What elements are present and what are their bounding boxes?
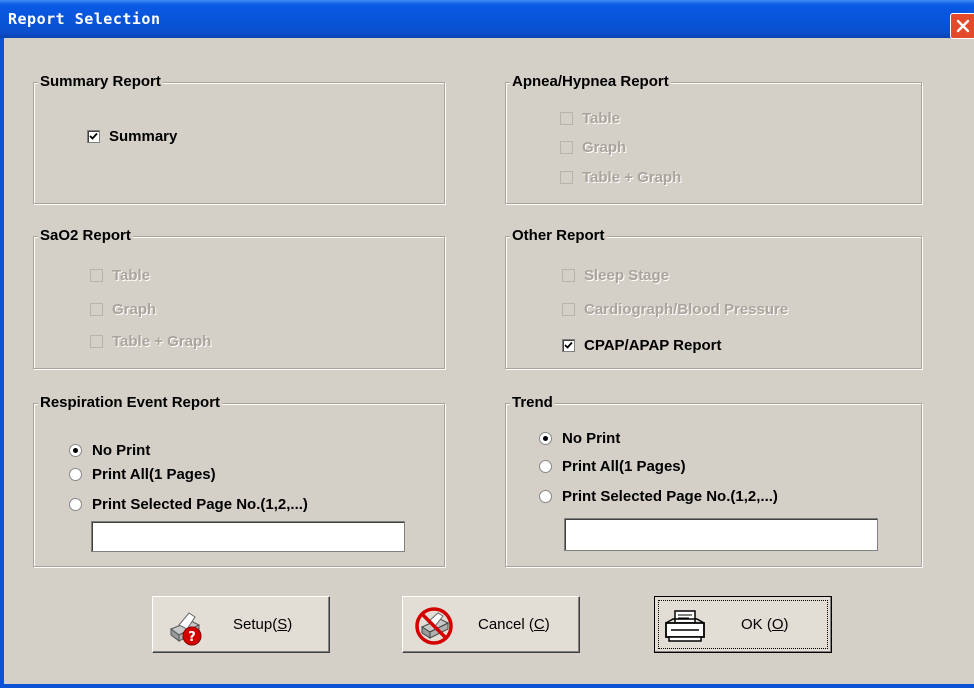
- setup-button[interactable]: ? Setup(S): [152, 596, 330, 653]
- setup-accel: S: [277, 616, 288, 633]
- apnea-report-group: Apnea/Hypnea Report Table Graph Table + …: [505, 73, 922, 204]
- summary-checkbox[interactable]: Summary: [87, 128, 177, 145]
- checkbox-disabled-icon: [560, 112, 573, 125]
- apnea-table-graph-checkbox[interactable]: Table + Graph: [560, 169, 681, 186]
- summary-report-title: Summary Report: [38, 73, 163, 91]
- report-selection-dialog: Report Selection Summary Report Summary …: [0, 0, 974, 688]
- trend-page-input[interactable]: [564, 518, 878, 551]
- apnea-table-checkbox[interactable]: Table: [560, 110, 620, 127]
- sao2-table-graph-checkbox[interactable]: Table + Graph: [90, 333, 211, 350]
- checkbox-disabled-icon: [560, 141, 573, 154]
- trend-title: Trend: [510, 394, 555, 412]
- sao2-table-checkbox[interactable]: Table: [90, 267, 150, 284]
- svg-text:?: ?: [188, 630, 196, 645]
- trend-print-selected-radio[interactable]: Print Selected Page No.(1,2,...): [539, 488, 778, 505]
- sao2-report-title: SaO2 Report: [38, 227, 133, 245]
- respiration-no-print-label: No Print: [92, 442, 151, 459]
- sao2-table-label: Table: [112, 267, 151, 284]
- sao2-graph-label: Graph: [112, 301, 157, 318]
- radio-unselected-icon: [69, 498, 82, 511]
- cancel-label-post: ): [544, 616, 550, 633]
- cancel-accel: C: [533, 616, 545, 633]
- cardiograph-label: Cardiograph/Blood Pressure: [584, 301, 789, 318]
- cpap-apap-label: CPAP/APAP Report: [584, 337, 722, 354]
- radio-unselected-icon: [539, 460, 552, 473]
- apnea-table-label: Table: [582, 110, 621, 127]
- trend-print-selected-label: Print Selected Page No.(1,2,...): [562, 488, 778, 505]
- respiration-print-selected-label: Print Selected Page No.(1,2,...): [92, 496, 308, 513]
- radio-selected-icon: [539, 432, 552, 445]
- printer-icon: [665, 610, 705, 642]
- other-report-group: Other Report Sleep Stage Cardiograph/Blo…: [505, 227, 922, 369]
- window-title: Report Selection: [8, 10, 161, 28]
- window-frame-bottom: [0, 684, 974, 688]
- ok-label-pre: OK (: [741, 616, 772, 633]
- respiration-print-selected-radio[interactable]: Print Selected Page No.(1,2,...): [69, 496, 308, 513]
- radio-selected-icon: [69, 444, 82, 457]
- apnea-table-graph-label: Table + Graph: [582, 169, 682, 186]
- close-icon: [956, 19, 970, 33]
- apnea-report-title: Apnea/Hypnea Report: [510, 73, 671, 91]
- close-button[interactable]: [950, 13, 974, 39]
- checkbox-disabled-icon: [560, 171, 573, 184]
- sleep-stage-checkbox[interactable]: Sleep Stage: [562, 267, 669, 284]
- printer-no-icon: [415, 607, 453, 645]
- cpap-apap-checkbox[interactable]: CPAP/APAP Report: [562, 337, 722, 354]
- trend-group: Trend No Print Print All(1 Pages) Print …: [505, 394, 922, 567]
- checkbox-checked-icon: [562, 339, 575, 352]
- respiration-no-print-radio[interactable]: No Print: [69, 442, 150, 459]
- setup-label-post: ): [287, 616, 293, 633]
- checkbox-checked-icon: [87, 130, 100, 143]
- respiration-print-all-radio[interactable]: Print All(1 Pages): [69, 466, 216, 483]
- ok-accel: O: [771, 616, 784, 633]
- trend-print-all-radio[interactable]: Print All(1 Pages): [539, 458, 686, 475]
- checkbox-disabled-icon: [562, 303, 575, 316]
- apnea-graph-checkbox[interactable]: Graph: [560, 139, 626, 156]
- checkbox-disabled-icon: [90, 303, 103, 316]
- checkbox-disabled-icon: [90, 335, 103, 348]
- cancel-button[interactable]: Cancel (C): [402, 596, 580, 653]
- title-bar[interactable]: Report Selection: [0, 0, 974, 39]
- apnea-graph-label: Graph: [582, 139, 627, 156]
- summary-label: Summary: [109, 128, 178, 145]
- setup-label-pre: Setup(: [233, 616, 278, 633]
- summary-report-group: Summary Report Summary: [33, 73, 445, 204]
- checkbox-disabled-icon: [562, 269, 575, 282]
- ok-label-post: ): [783, 616, 789, 633]
- respiration-report-title: Respiration Event Report: [38, 394, 223, 412]
- sao2-graph-checkbox[interactable]: Graph: [90, 301, 156, 318]
- checkbox-disabled-icon: [90, 269, 103, 282]
- respiration-print-all-label: Print All(1 Pages): [92, 466, 216, 483]
- trend-print-all-label: Print All(1 Pages): [562, 458, 686, 475]
- window-frame-left: [0, 38, 4, 688]
- sao2-report-group: SaO2 Report Table Graph Table + Graph: [33, 227, 445, 369]
- respiration-page-input[interactable]: [91, 521, 405, 552]
- ok-button[interactable]: OK (O): [654, 596, 832, 653]
- other-report-title: Other Report: [510, 227, 607, 245]
- trend-no-print-label: No Print: [562, 430, 621, 447]
- trend-no-print-radio[interactable]: No Print: [539, 430, 620, 447]
- sao2-table-graph-label: Table + Graph: [112, 333, 212, 350]
- radio-unselected-icon: [69, 468, 82, 481]
- sleep-stage-label: Sleep Stage: [584, 267, 670, 284]
- cancel-label-pre: Cancel (: [478, 616, 534, 633]
- respiration-report-group: Respiration Event Report No Print Print …: [33, 394, 445, 567]
- radio-unselected-icon: [539, 490, 552, 503]
- printer-help-icon: ?: [169, 612, 202, 646]
- cardiograph-checkbox[interactable]: Cardiograph/Blood Pressure: [562, 301, 788, 318]
